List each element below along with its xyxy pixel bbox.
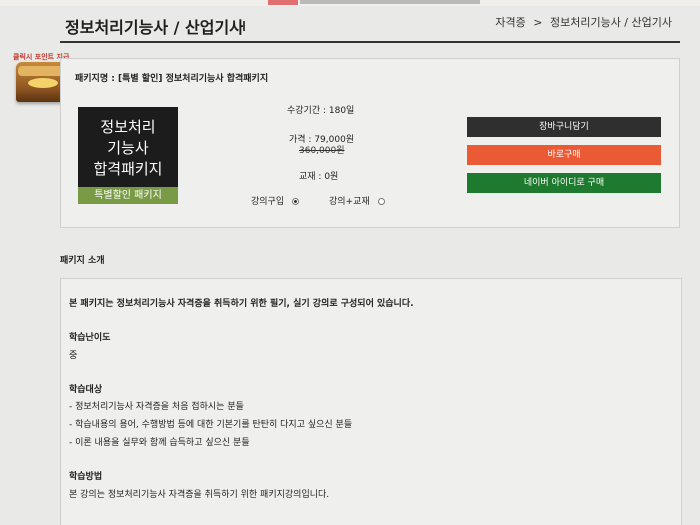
breadcrumb-current[interactable]: 정보처리기능사 / 산업기사 [550, 16, 672, 29]
package-intro-box: 본 패키지는 정보처리기능사 자격증을 취득하기 위한 필기, 실기 강의로 구… [60, 278, 682, 525]
chest-gold [28, 78, 58, 88]
add-to-cart-button[interactable]: 장바구니담기 [467, 117, 661, 137]
title-divider [243, 21, 245, 31]
package-name: 패키지명 : [특별 할인] 정보처리기능사 합격패키지 [75, 74, 269, 84]
top-strip [0, 0, 700, 6]
option-lecture-radio[interactable] [292, 198, 300, 205]
option-lecture-book-radio[interactable] [377, 198, 385, 205]
study-period: 수강기간 : 180일 [287, 106, 355, 116]
package-box: 패키지명 : [특별 할인] 정보처리기능사 합격패키지 정보처리 기능사 합격… [60, 58, 680, 228]
intro-summary: 본 패키지는 정보처리기능사 자격증을 취득하기 위한 필기, 실기 강의로 구… [69, 299, 414, 309]
difficulty-title: 학습난이도 [69, 333, 111, 343]
target-item-1: - 정보처리기능사 자격증을 처음 접하시는 분들 [69, 402, 244, 412]
option-lecture-label: 강의구입 [251, 197, 285, 207]
header-underline [60, 41, 680, 43]
breadcrumb-separator: > [533, 16, 543, 29]
package-thumbnail: 정보처리 기능사 합격패키지 특별할인 패키지 [78, 107, 178, 204]
target-item-3: - 이론 내용을 실무와 함께 습득하고 싶으신 분들 [69, 438, 250, 448]
buy-now-button[interactable]: 바로구매 [467, 145, 661, 165]
top-strip-text-blur [300, 0, 480, 4]
original-price: 360,000원 [299, 146, 345, 156]
option-lecture-book[interactable]: 강의+교재 [329, 194, 385, 207]
textbook-price: 교재 : 0원 [299, 172, 339, 182]
breadcrumb-home[interactable]: 자격증 [495, 16, 525, 29]
package-intro-title: 패키지 소개 [60, 256, 105, 266]
option-lecture[interactable]: 강의구입 [251, 194, 300, 207]
thumbnail-line-1: 정보처리 [100, 118, 156, 136]
thumbnail-tag: 특별할인 패키지 [78, 187, 178, 204]
page-title: 정보처리기능사 / 산업기사 [65, 18, 244, 37]
thumbnail-line-3: 합격패키지 [93, 160, 163, 178]
target-title: 학습대상 [69, 385, 103, 395]
page-header: 정보처리기능사 / 산업기사 자격증 > 정보처리기능사 / 산업기사 [0, 8, 700, 43]
top-strip-accent [268, 0, 298, 5]
thumbnail-line-2: 기능사 [107, 139, 149, 157]
method-title: 학습방법 [69, 472, 103, 482]
thumbnail-text: 정보처리 기능사 합격패키지 [78, 117, 178, 180]
option-lecture-book-label: 강의+교재 [329, 197, 370, 207]
target-item-2: - 학습내용의 용어, 수행방법 등에 대한 기본기를 탄탄히 다지고 싶으신 … [69, 420, 353, 430]
difficulty-value: 중 [69, 351, 78, 361]
breadcrumb: 자격증 > 정보처리기능사 / 산업기사 [493, 14, 674, 30]
method-value: 본 강의는 정보처리기능사 자격증을 취득하기 위한 패키지강의입니다. [69, 490, 330, 500]
naver-purchase-button[interactable]: 네이버 아이디로 구매 [467, 173, 661, 193]
